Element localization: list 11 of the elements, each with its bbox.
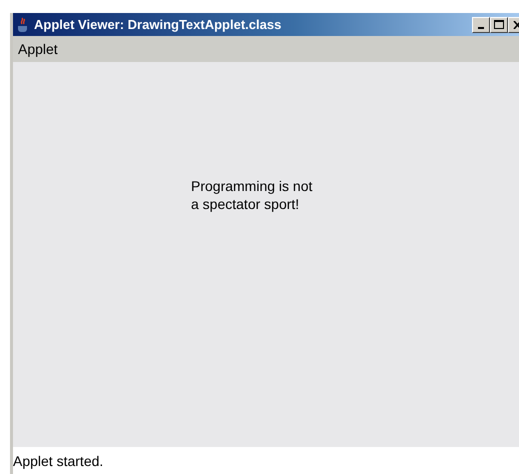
minimize-button[interactable] bbox=[472, 16, 490, 32]
applet-text: Programming is not bbox=[191, 177, 312, 195]
window-title: Applet Viewer: DrawingTextApplet.class bbox=[34, 17, 282, 32]
maximize-button[interactable] bbox=[490, 16, 508, 32]
status-text: Applet started. bbox=[13, 452, 104, 468]
coffee-cup-icon bbox=[16, 16, 30, 32]
applet-text: a spectator sport! bbox=[191, 195, 300, 213]
menu-item[interactable]: Applet bbox=[18, 41, 58, 57]
minimize-icon bbox=[478, 26, 484, 28]
maximize-icon bbox=[494, 20, 504, 29]
close-icon bbox=[512, 20, 519, 28]
